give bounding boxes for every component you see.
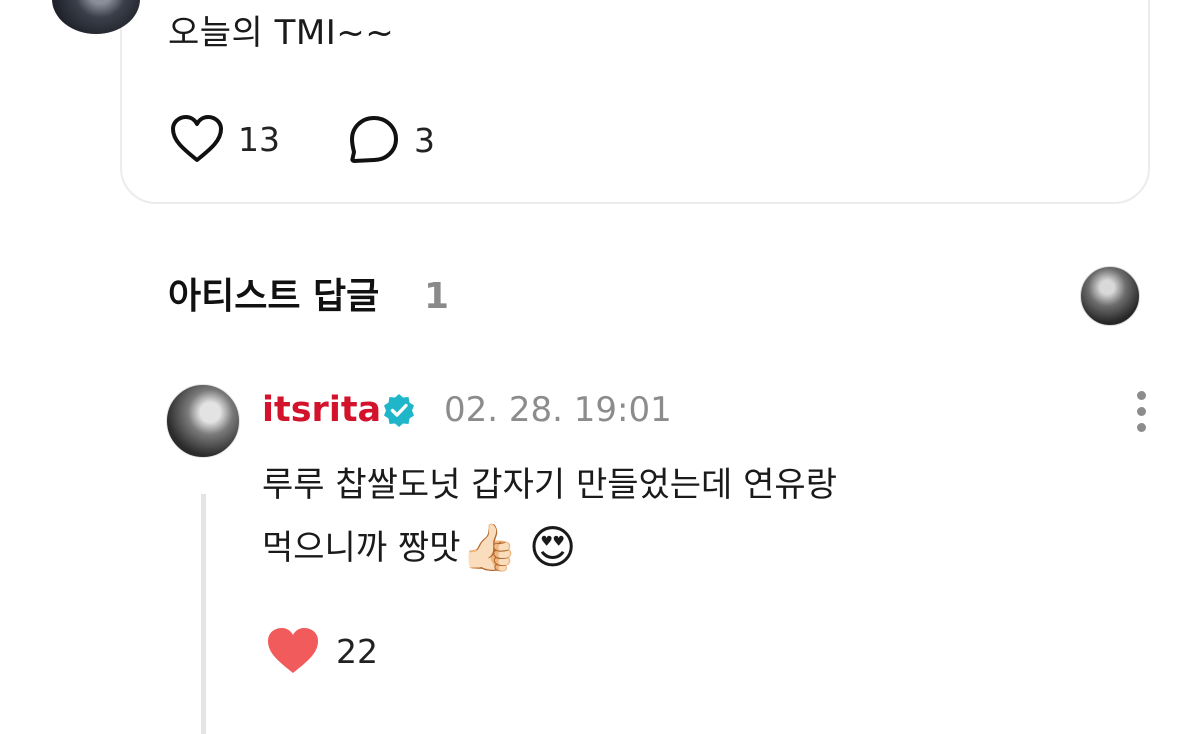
artist-replies-count: 1 (424, 276, 450, 317)
post-like-button[interactable]: 13 (170, 114, 280, 164)
reply-text-line-1: 루루 찹쌀도넛 갑자기 만들었는데 연유랑 (262, 465, 837, 505)
more-vertical-icon (1137, 391, 1146, 400)
more-dot-2 (1137, 407, 1146, 416)
post-like-count: 13 (238, 119, 280, 159)
thread-line (201, 494, 206, 734)
reply-timestamp: 02. 28. 19:01 (444, 390, 672, 430)
reply-text-line-2-text: 먹으니까 짱맛 (262, 528, 461, 568)
reply-author-avatar[interactable] (166, 384, 240, 458)
more-options-button[interactable] (1126, 390, 1156, 434)
reply-username[interactable]: itsrita (262, 386, 381, 434)
artist-replies-title: 아티스트 답글 (168, 276, 380, 317)
reply-like-count: 22 (336, 631, 378, 671)
verified-badge-icon (384, 394, 414, 427)
post-text: 오늘의 TMI~~ (168, 13, 395, 53)
heart-eyes-emoji: 😍 (528, 520, 577, 574)
reply-text: 루루 찹쌀도넛 갑자기 만들었는데 연유랑 먹으니까 짱맛👍🏻 😍 (262, 454, 1082, 579)
heart-filled-icon (268, 628, 318, 673)
post-comment-button[interactable]: 3 (348, 114, 435, 166)
heart-outline-icon (171, 115, 223, 162)
reply-text-line-2: 먹으니까 짱맛👍🏻 😍 (262, 516, 1082, 579)
more-dot-3 (1137, 423, 1146, 432)
post-comment-count: 3 (414, 120, 435, 160)
comment-bubble-icon (350, 116, 398, 163)
reply-like-button[interactable]: 22 (266, 626, 378, 676)
thumbs-up-emoji: 👍🏻 (460, 520, 518, 574)
artist-avatar[interactable] (1080, 266, 1140, 326)
